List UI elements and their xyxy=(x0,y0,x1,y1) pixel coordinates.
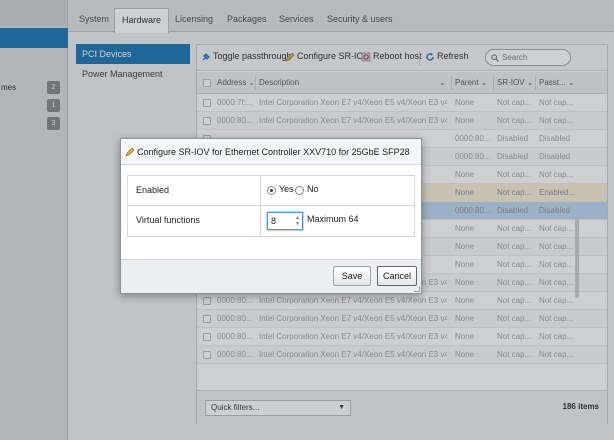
dialog-title: Configure SR-IOV for Ethernet Controller… xyxy=(121,139,421,165)
enabled-label: Enabled xyxy=(136,185,170,195)
virtual-functions-value: 8 ▲ ▼ Maximum 64 xyxy=(260,206,416,236)
virtual-functions-label: Virtual functions xyxy=(136,215,200,225)
dialog-form: Enabled Yes No Virtual functions 8 ▲ ▼ Ma… xyxy=(127,175,415,237)
stepper-arrows-icon[interactable]: ▲ ▼ xyxy=(295,215,300,227)
enabled-row: Enabled Yes No xyxy=(128,176,414,206)
pencil-icon xyxy=(125,147,135,157)
dialog-title-text: Configure SR-IOV for Ethernet Controller… xyxy=(137,147,410,157)
virtual-functions-max: Maximum 64 xyxy=(307,214,359,224)
configure-sriov-dialog: Configure SR-IOV for Ethernet Controller… xyxy=(120,138,422,294)
cancel-button[interactable]: Cancel xyxy=(377,266,417,286)
dialog-button-bar: Save Cancel xyxy=(121,259,421,293)
virtual-functions-stepper[interactable]: 8 ▲ ▼ xyxy=(267,212,303,230)
enabled-yes-label[interactable]: Yes xyxy=(279,184,294,194)
virtual-functions-input[interactable]: 8 xyxy=(271,216,276,226)
virtual-functions-row: Virtual functions 8 ▲ ▼ Maximum 64 xyxy=(128,206,414,236)
enabled-no-label[interactable]: No xyxy=(307,184,319,194)
resize-handle[interactable] xyxy=(414,286,420,292)
enabled-no-radio[interactable] xyxy=(295,186,304,195)
enabled-yes-radio[interactable] xyxy=(267,186,276,195)
enabled-value: Yes No xyxy=(260,176,416,205)
save-button[interactable]: Save xyxy=(333,266,371,286)
